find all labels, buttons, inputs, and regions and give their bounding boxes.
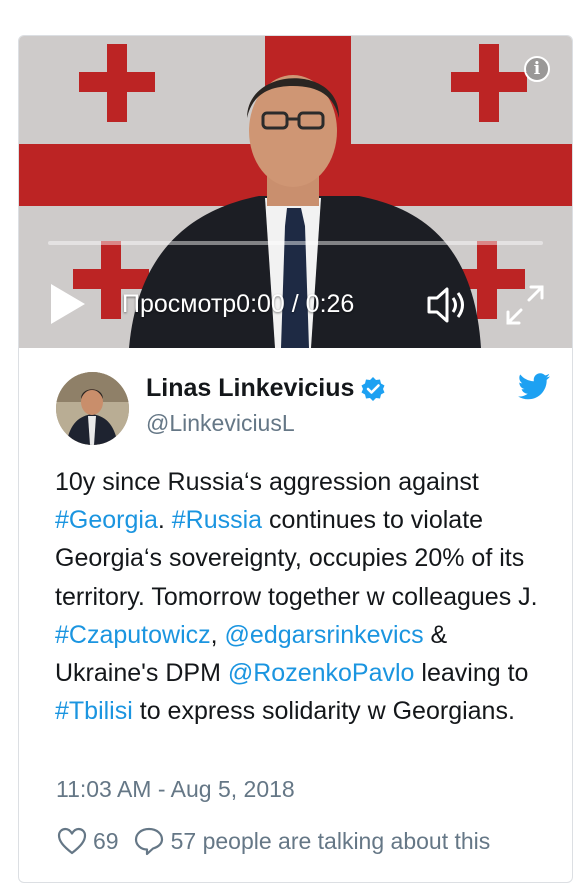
video-timestamp: Просмотр0:00 / 0:26 [122,290,355,318]
tweet-link[interactable]: #Tbilisi [55,697,133,725]
tweet-text-segment: leaving to [414,659,529,688]
info-icon[interactable]: i [524,56,550,82]
tweet-content: Linas Linkevicius @LinkeviciusL 10y sinc… [19,348,572,882]
volume-icon[interactable] [425,284,471,326]
tweet-link[interactable]: @edgarsrinkevics [225,621,424,649]
verified-icon [361,376,385,401]
tweet-text-segment: to express solidarity w Georgians. [132,697,515,726]
fullscreen-icon[interactable] [503,284,547,326]
avatar-image [56,372,129,445]
play-icon[interactable] [51,284,85,324]
tweet-link[interactable]: @RozenkoPavlo [228,659,415,687]
video-progress-bar[interactable] [48,241,543,245]
author-row: Linas Linkevicius [146,374,386,404]
video-player[interactable]: i Просмотр0:00 / 0:26 [19,36,572,348]
tweet-card: i Просмотр0:00 / 0:26 Linas Linkevicius … [18,35,573,883]
tweet-link[interactable]: #Russia [172,506,262,534]
avatar[interactable] [56,372,129,445]
tweet-timestamp[interactable]: 11:03 AM - Aug 5, 2018 [56,776,295,803]
tweet-link[interactable]: #Georgia [55,506,158,534]
tweet-text-segment: 10y since Russia‘s aggression against [55,468,479,496]
twitter-bird-icon[interactable] [518,373,550,400]
tweet-link[interactable]: #Czaputowicz [55,621,211,649]
heart-icon[interactable] [57,827,87,855]
tweet-text: 10y since Russia‘s aggression against #G… [55,463,555,730]
tweet-text-segment: . [157,506,172,535]
tweet-actions: 69 57 people are talking about this [57,826,490,858]
video-controls: Просмотр0:00 / 0:26 [19,280,572,330]
talking-about-link[interactable]: 57 people are talking about this [171,828,491,855]
like-count: 69 [93,827,119,854]
author-handle[interactable]: @LinkeviciusL [146,410,295,437]
author-name[interactable]: Linas Linkevicius [146,374,354,403]
tweet-text-segment: , [210,620,225,649]
speech-bubble-icon[interactable] [133,826,165,856]
